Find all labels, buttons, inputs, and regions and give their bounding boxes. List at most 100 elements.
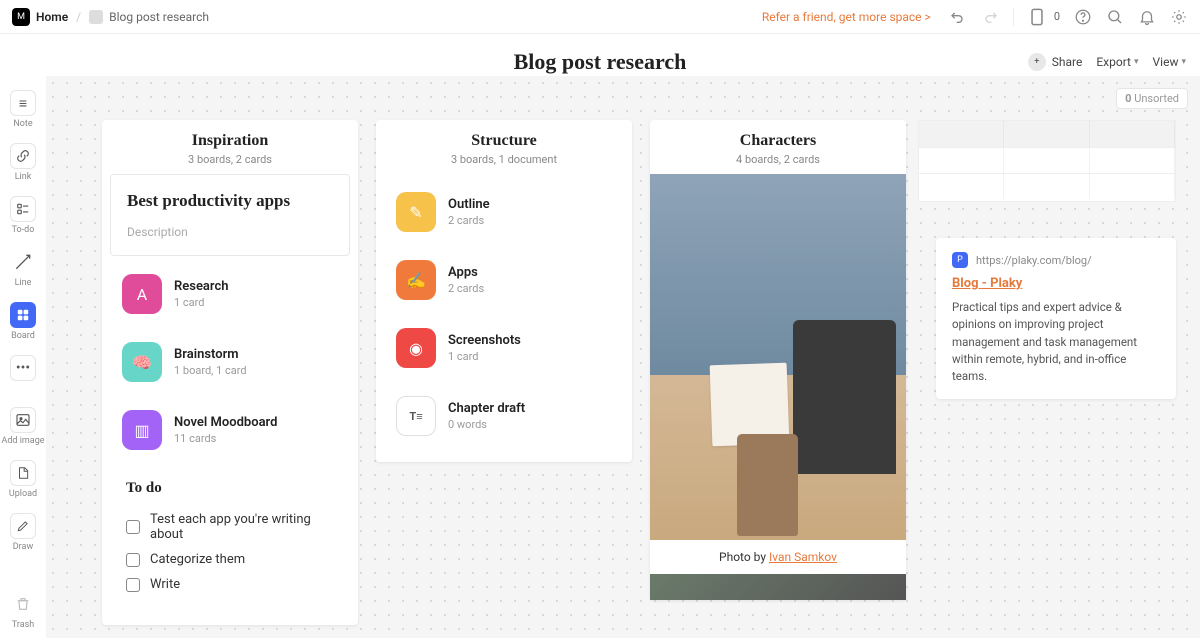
column-subtitle: 3 boards, 2 cards	[102, 153, 358, 166]
checkbox[interactable]	[126, 578, 140, 592]
tool-label: Note	[13, 119, 32, 129]
top-icons: 0	[949, 8, 1188, 26]
pencil-icon	[10, 513, 36, 539]
column-structure[interactable]: Structure 3 boards, 1 document ✎ Outline…	[376, 120, 632, 462]
column-title: Structure	[376, 132, 632, 150]
link-favicon-icon: P	[952, 252, 968, 268]
card-subtitle: 1 card	[174, 296, 338, 309]
canvas[interactable]: 0 Unsorted Inspiration 3 boards, 2 cards…	[46, 76, 1200, 638]
column-characters[interactable]: Characters 4 boards, 2 cards Photo by Iv…	[650, 120, 906, 600]
note-icon: ≡	[10, 90, 36, 116]
character-image[interactable]	[650, 174, 906, 540]
link-icon	[10, 143, 36, 169]
more-icon: •••	[10, 355, 36, 381]
column-header: Structure 3 boards, 1 document	[376, 120, 632, 174]
credit-link[interactable]: Ivan Samkov	[769, 550, 837, 564]
checkbox[interactable]	[126, 520, 140, 534]
link-url: https://plaky.com/blog/	[976, 254, 1092, 267]
tool-label: Draw	[13, 542, 33, 552]
todo-text: Categorize them	[150, 552, 245, 567]
chevron-down-icon: ▾	[1181, 57, 1186, 67]
upload-icon	[10, 460, 36, 486]
tool-upload[interactable]: Upload	[9, 460, 37, 499]
board-title[interactable]: Blog post research	[514, 49, 687, 75]
card-item[interactable]: ◉ Screenshots 1 card	[384, 318, 624, 378]
export-dropdown[interactable]: Export ▾	[1096, 55, 1138, 69]
card-title: Screenshots	[448, 333, 612, 348]
tool-label: Line	[15, 278, 32, 288]
tool-line[interactable]: Line	[10, 249, 36, 288]
tool-add-image[interactable]: Add image	[1, 407, 44, 446]
card-icon: T≡	[396, 396, 436, 436]
view-dropdown[interactable]: View ▾	[1153, 55, 1186, 69]
breadcrumb-board-icon	[89, 10, 103, 24]
devices-icon[interactable]	[1028, 8, 1046, 26]
refer-link[interactable]: Refer a friend, get more space >	[762, 10, 931, 24]
unsorted-label: Unsorted	[1134, 92, 1179, 105]
column-header: Characters 4 boards, 2 cards	[650, 120, 906, 174]
card-icon: ✎	[396, 192, 436, 232]
share-button[interactable]: + Share	[1028, 53, 1083, 71]
tool-label: Board	[11, 331, 35, 341]
notifications-icon[interactable]	[1138, 8, 1156, 26]
help-icon[interactable]	[1074, 8, 1092, 26]
column-subtitle: 3 boards, 1 document	[376, 153, 632, 166]
tool-label: To-do	[12, 225, 35, 235]
card-title: Novel Moodboard	[174, 415, 338, 430]
card-item[interactable]: ✎ Outline 2 cards	[384, 182, 624, 242]
card-subtitle: 1 card	[448, 350, 612, 363]
link-card[interactable]: P https://plaky.com/blog/ Blog - Plaky P…	[936, 238, 1176, 399]
card-todo[interactable]: To do Test each app you're writing about…	[110, 468, 350, 605]
card-title: Chapter draft	[448, 401, 612, 416]
credit-prefix: Photo by	[719, 550, 769, 564]
device-count: 0	[1054, 10, 1060, 23]
breadcrumb-label[interactable]: Blog post research	[109, 10, 209, 24]
table-card[interactable]	[918, 120, 1176, 202]
card-subtitle: 2 cards	[448, 282, 612, 295]
redo-icon[interactable]	[981, 8, 999, 26]
card-description-placeholder: Description	[127, 225, 333, 239]
tool-more[interactable]: •••	[10, 355, 36, 381]
todo-item[interactable]: Categorize them	[126, 547, 334, 572]
card-title: Apps	[448, 265, 612, 280]
card-item[interactable]: ▥ Novel Moodboard 11 cards	[110, 400, 350, 460]
search-icon[interactable]	[1106, 8, 1124, 26]
tool-todo[interactable]: To-do	[10, 196, 36, 235]
undo-icon[interactable]	[949, 8, 967, 26]
character-image-2[interactable]	[650, 574, 906, 600]
app-logo-icon: M	[12, 8, 30, 26]
todo-item[interactable]: Test each app you're writing about	[126, 507, 334, 547]
link-title[interactable]: Blog - Plaky	[952, 276, 1160, 291]
home-link[interactable]: M Home	[12, 8, 68, 26]
topbar: M Home / Blog post research Refer a frie…	[0, 0, 1200, 34]
card-item[interactable]: A Research 1 card	[110, 264, 350, 324]
column-title: Inspiration	[102, 132, 358, 150]
checkbox[interactable]	[126, 553, 140, 567]
column-header: Inspiration 3 boards, 2 cards	[102, 120, 358, 174]
breadcrumb-separator: /	[76, 10, 81, 24]
image-credit: Photo by Ivan Samkov	[650, 540, 906, 574]
tool-link[interactable]: Link	[10, 143, 36, 182]
link-description: Practical tips and expert advice & opini…	[952, 299, 1160, 385]
card-item[interactable]: 🧠 Brainstorm 1 board, 1 card	[110, 332, 350, 392]
tool-label: Link	[15, 172, 32, 182]
tool-draw[interactable]: Draw	[10, 513, 36, 552]
todo-text: Test each app you're writing about	[150, 512, 334, 542]
todo-item[interactable]: Write	[126, 572, 334, 597]
unsorted-badge[interactable]: 0 Unsorted	[1116, 88, 1188, 109]
card-icon: ▥	[122, 410, 162, 450]
column-subtitle: 4 boards, 2 cards	[650, 153, 906, 166]
card-best-productivity-apps[interactable]: Best productivity apps Description	[110, 174, 350, 256]
card-title: Best productivity apps	[127, 191, 333, 211]
tool-board[interactable]: Board	[10, 302, 36, 341]
tool-trash[interactable]: Trash	[10, 591, 36, 630]
chevron-down-icon: ▾	[1134, 57, 1139, 67]
trash-icon	[10, 591, 36, 617]
column-inspiration[interactable]: Inspiration 3 boards, 2 cards Best produ…	[102, 120, 358, 625]
home-label: Home	[36, 10, 68, 24]
tool-label: Trash	[12, 620, 34, 630]
settings-icon[interactable]	[1170, 8, 1188, 26]
card-item[interactable]: ✍ Apps 2 cards	[384, 250, 624, 310]
tool-note[interactable]: ≡ Note	[10, 90, 36, 129]
card-item[interactable]: T≡ Chapter draft 0 words	[384, 386, 624, 446]
